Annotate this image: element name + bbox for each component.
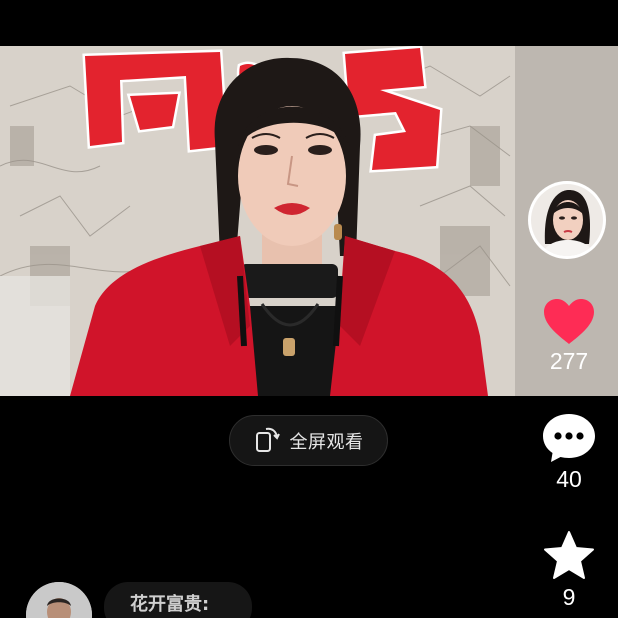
heart-icon <box>529 298 609 346</box>
comment-author: 花开富贵: <box>130 594 210 615</box>
comment-preview[interactable]: 花开富贵: <box>104 582 252 618</box>
commenter-avatar[interactable] <box>26 582 92 618</box>
fullscreen-button[interactable]: 全屏观看 <box>229 415 388 466</box>
like-button[interactable]: 277 <box>529 298 609 374</box>
video-screen: 全屏观看 277 40 9 花开富贵: <box>0 0 618 618</box>
fullscreen-label: 全屏观看 <box>289 431 364 453</box>
favorite-count: 9 <box>562 584 576 610</box>
commenter-avatar-image <box>26 582 92 618</box>
comment-dots-icon <box>529 412 609 464</box>
comment-button[interactable]: 40 <box>529 412 609 492</box>
author-avatar[interactable] <box>528 181 606 259</box>
like-count: 277 <box>549 348 589 374</box>
video-picture <box>0 46 618 396</box>
star-icon <box>529 530 609 582</box>
rotate-screen-icon <box>254 425 280 457</box>
favorite-button[interactable]: 9 <box>529 530 609 610</box>
author-avatar-image <box>531 184 603 256</box>
video-frame[interactable] <box>0 46 618 396</box>
comment-count: 40 <box>556 466 582 492</box>
